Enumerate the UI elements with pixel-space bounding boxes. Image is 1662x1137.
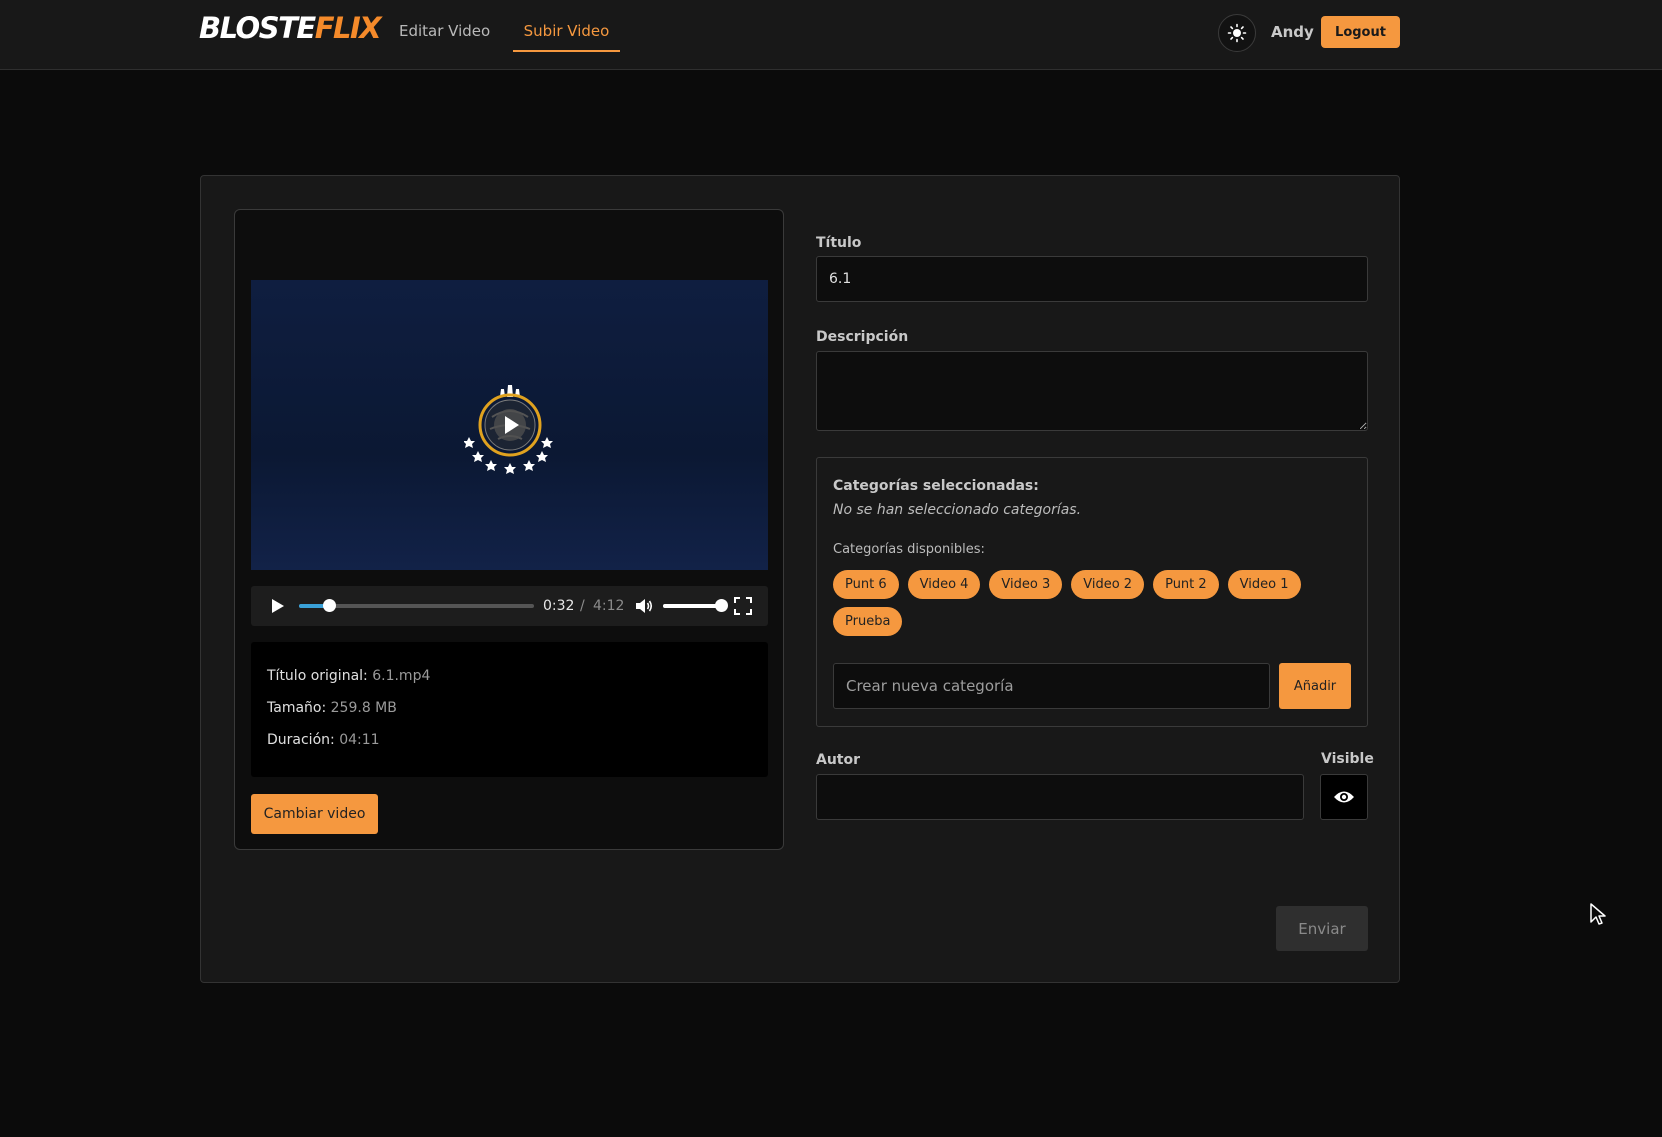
category-chip[interactable]: Video 3 xyxy=(989,570,1063,599)
title-label: Título xyxy=(816,235,862,251)
video-controls: 0:32 / 4:12 xyxy=(251,586,768,626)
volume-icon[interactable] xyxy=(634,596,654,616)
logo-text-bloste: BLOSTE xyxy=(199,11,316,45)
navbar: BLOSTEFLIX Editar Video Subir Video Andy… xyxy=(0,0,1662,70)
info-size: Tamaño: 259.8 MB xyxy=(267,700,397,716)
video-player[interactable] xyxy=(251,280,768,570)
logo[interactable]: BLOSTEFLIX xyxy=(199,8,382,48)
user-name: Andy xyxy=(1271,23,1314,41)
video-emblem-icon xyxy=(464,385,553,474)
play-icon[interactable] xyxy=(267,596,287,616)
info-original-title-value: 6.1.mp4 xyxy=(372,668,431,684)
category-chip[interactable]: Punt 6 xyxy=(833,570,899,599)
info-duration-label: Duración: xyxy=(267,732,335,748)
category-chip[interactable]: Video 2 xyxy=(1071,570,1145,599)
author-input[interactable] xyxy=(816,774,1304,820)
volume-slider[interactable] xyxy=(663,599,728,612)
logo-text-flix: FLIX xyxy=(314,11,382,45)
category-chip[interactable]: Video 1 xyxy=(1227,570,1301,599)
sun-icon xyxy=(1227,23,1247,43)
no-categories-text: No se han seleccionado categorías. xyxy=(833,502,1082,518)
info-duration: Duración: 04:11 xyxy=(267,732,380,748)
nav-link-subir-video[interactable]: Subir Video xyxy=(513,0,620,52)
visible-toggle-button[interactable] xyxy=(1320,774,1368,820)
upload-card: 0:32 / 4:12 Título original: 6.1.mp4 Tam… xyxy=(200,175,1400,983)
submit-button[interactable]: Enviar xyxy=(1276,906,1368,951)
total-time: 4:12 xyxy=(593,598,625,614)
video-info: Título original: 6.1.mp4 Tamaño: 259.8 M… xyxy=(251,642,768,777)
category-chip[interactable]: Video 4 xyxy=(907,570,981,599)
available-categories-label: Categorías disponibles: xyxy=(833,542,985,557)
nav-link-editar-video[interactable]: Editar Video xyxy=(399,0,490,52)
info-duration-value: 04:11 xyxy=(339,732,380,748)
info-original-title: Título original: 6.1.mp4 xyxy=(267,668,430,684)
description-label: Descripción xyxy=(816,329,909,345)
selected-categories-label: Categorías seleccionadas: xyxy=(833,478,1039,494)
seek-bar[interactable] xyxy=(299,599,534,612)
seek-bar-handle[interactable] xyxy=(322,599,336,612)
volume-slider-level xyxy=(663,604,721,608)
video-panel: 0:32 / 4:12 Título original: 6.1.mp4 Tam… xyxy=(234,209,784,850)
theme-toggle-button[interactable] xyxy=(1218,14,1256,52)
categories-box: Categorías seleccionadas: No se han sele… xyxy=(816,457,1368,727)
description-textarea[interactable] xyxy=(816,351,1368,431)
new-category-input[interactable] xyxy=(833,663,1270,709)
info-size-label: Tamaño: xyxy=(267,700,327,716)
info-original-title-label: Título original: xyxy=(267,668,368,684)
volume-slider-handle[interactable] xyxy=(715,599,728,612)
category-chip[interactable]: Punt 2 xyxy=(1153,570,1219,599)
author-label: Autor xyxy=(816,752,861,768)
logout-button[interactable]: Logout xyxy=(1321,16,1400,48)
current-time: 0:32 xyxy=(543,598,575,614)
title-input[interactable] xyxy=(816,256,1368,302)
info-size-value: 259.8 MB xyxy=(330,700,397,716)
category-chip[interactable]: Prueba xyxy=(833,607,903,636)
add-category-button[interactable]: Añadir xyxy=(1279,663,1351,709)
fullscreen-icon[interactable] xyxy=(734,597,752,615)
time-separator: / xyxy=(580,598,585,614)
change-video-button[interactable]: Cambiar video xyxy=(251,794,378,834)
mouse-cursor-icon xyxy=(1590,903,1606,925)
visible-label: Visible xyxy=(1321,751,1374,767)
category-chips: Punt 6 Video 4 Video 3 Video 2 Punt 2 Vi… xyxy=(833,570,1353,636)
eye-icon xyxy=(1334,791,1354,803)
